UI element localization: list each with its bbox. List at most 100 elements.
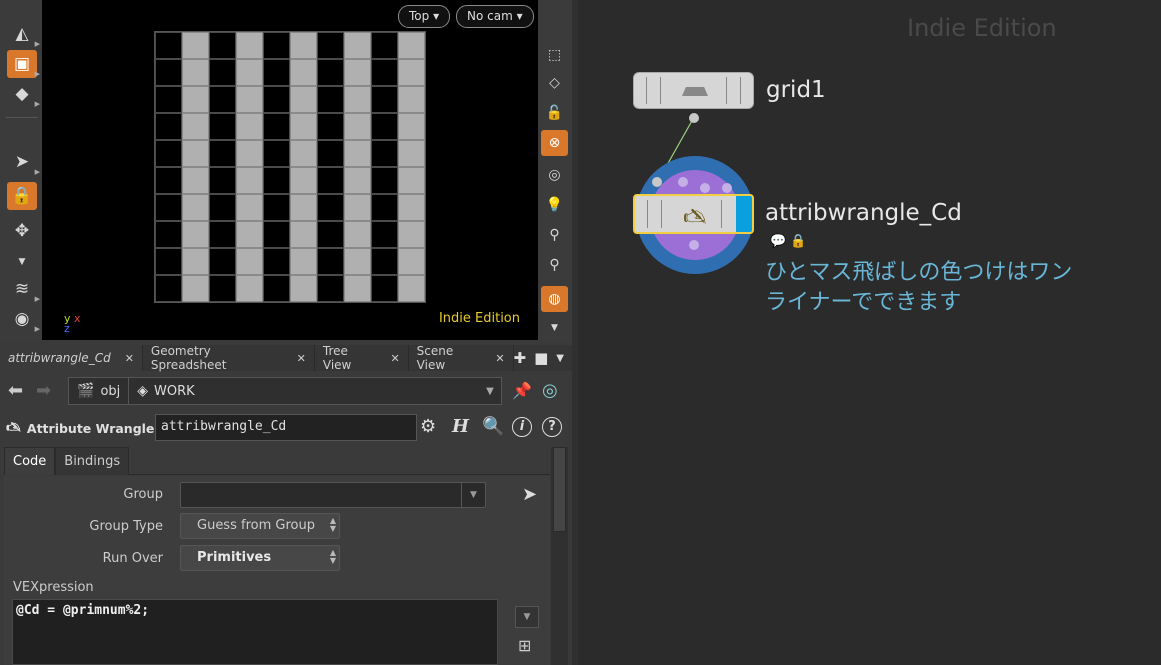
grid-cell: [344, 221, 371, 248]
help-icon[interactable]: ?: [542, 417, 562, 437]
node-type-label: Attribute Wrangle: [26, 421, 155, 436]
path-dropdown-icon[interactable]: ▼: [479, 386, 501, 397]
grid-cell: [263, 86, 290, 113]
lock-icon[interactable]: 🔒: [7, 182, 37, 210]
display-flag[interactable]: [736, 196, 752, 232]
spinner-icon: ▲ ▼: [329, 516, 336, 533]
group-type-select[interactable]: Guess from Group ▲ ▼: [180, 513, 340, 539]
close-icon[interactable]: ✕: [390, 352, 399, 365]
node-name-field[interactable]: attribwrangle_Cd: [155, 414, 417, 441]
node-input-port[interactable]: [678, 177, 688, 187]
light-bulb-icon[interactable]: 💡: [541, 192, 568, 218]
scrollbar-thumb[interactable]: [553, 447, 566, 532]
vexpression-editor[interactable]: @Cd = @primnum%2;: [12, 599, 498, 665]
node-input-port[interactable]: [700, 183, 710, 193]
select-arrow-icon[interactable]: ➤ ▶: [7, 148, 40, 176]
unlock-icon[interactable]: 🔓: [541, 100, 568, 126]
node-input-port[interactable]: [722, 183, 732, 193]
scene-viewport[interactable]: Top ▾ No cam ▾ y x z Indie Edition: [42, 0, 538, 340]
render-icon[interactable]: ◍: [541, 286, 568, 312]
node-label-attribwrangle[interactable]: attribwrangle_Cd: [765, 200, 962, 226]
display-options-icon[interactable]: ⬚: [541, 42, 568, 68]
grid-cell: [344, 248, 371, 275]
tab-scene-view[interactable]: Scene View ✕: [409, 344, 514, 372]
run-over-select[interactable]: Primitives ▲ ▼: [180, 545, 340, 571]
grid-cell: [263, 32, 290, 59]
node-attribwrangle-cd[interactable]: 🖎: [633, 194, 754, 234]
wireframe-icon[interactable]: ◎: [541, 162, 568, 188]
grid-cell: [263, 248, 290, 275]
path-crumb-work[interactable]: ◈ WORK: [129, 378, 202, 404]
path-crumb-obj[interactable]: 🎬 obj: [69, 378, 128, 404]
node-comment-line: ひとマス飛ばしの色つけはワン: [765, 260, 1073, 285]
grid-cell: [263, 59, 290, 86]
primitive-mode-icon[interactable]: ◆ ▶: [7, 80, 40, 108]
close-icon[interactable]: ✕: [297, 352, 306, 365]
grid-cell: [371, 113, 398, 140]
ghost-icon[interactable]: ⊗: [541, 130, 568, 156]
gear-icon[interactable]: ⚙: [420, 416, 436, 437]
node-input-port[interactable]: [652, 177, 662, 187]
parameter-tabs: Code Bindings: [4, 447, 550, 475]
tab-label: Tree View: [322, 344, 352, 372]
create-spare-parameters-icon[interactable]: ⊞: [518, 636, 531, 655]
group-input[interactable]: ▼: [180, 482, 486, 508]
houdini-help-icon[interactable]: H: [452, 416, 469, 437]
node-label-grid1[interactable]: grid1: [766, 77, 826, 103]
add-tab-icon[interactable]: ✚: [514, 349, 527, 367]
layers-icon[interactable]: ≋ ▶: [7, 275, 40, 303]
maximize-pane-icon[interactable]: ■: [534, 349, 548, 367]
parameter-scrollbar[interactable]: [551, 447, 568, 665]
grid-cell: [236, 248, 263, 275]
camera-icon[interactable]: ◉ ▶: [7, 305, 40, 333]
back-arrow-icon[interactable]: ⬅: [8, 380, 23, 401]
grid-cell: [209, 167, 236, 194]
grid-cell: [344, 59, 371, 86]
close-icon[interactable]: ✕: [495, 352, 504, 365]
grid-cell: [317, 140, 344, 167]
forward-arrow-icon[interactable]: ➡: [36, 380, 51, 401]
grid-geometry: [154, 31, 426, 303]
grid-cell: [209, 32, 236, 59]
tab-tree-view[interactable]: Tree View ✕: [315, 344, 409, 372]
grid-cell: [317, 167, 344, 194]
info-icon[interactable]: i: [512, 417, 532, 437]
grid-cell: [290, 275, 317, 302]
group-dropdown-icon[interactable]: ▼: [461, 483, 485, 507]
tab-bindings[interactable]: Bindings: [55, 447, 130, 475]
object-mode-icon[interactable]: ▣ ▶: [7, 50, 40, 78]
chevron-down-icon[interactable]: ▼: [541, 315, 568, 341]
tab-attribwrangle[interactable]: attribwrangle_Cd ✕: [0, 345, 143, 371]
axis-indicator: y x z: [64, 313, 81, 334]
select-group-arrow-icon[interactable]: ➤: [522, 484, 537, 505]
grid-cell: [263, 221, 290, 248]
node-output-port[interactable]: [689, 113, 699, 123]
node-grid1[interactable]: [633, 72, 754, 109]
snapping-icon[interactable]: ◇: [541, 70, 568, 96]
link-icon[interactable]: ◎: [542, 380, 558, 401]
handle-icon[interactable]: ✥: [7, 217, 37, 245]
add-light-icon[interactable]: ⚲: [541, 222, 568, 248]
grid-cell: [263, 167, 290, 194]
close-icon[interactable]: ✕: [125, 352, 134, 365]
pane-menu-icon[interactable]: ▼: [556, 353, 564, 364]
search-icon[interactable]: 🔍: [482, 416, 504, 437]
grid-cell: [371, 167, 398, 194]
node-output-port[interactable]: [689, 240, 699, 250]
view-menu-button[interactable]: Top ▾: [398, 5, 451, 28]
network-path: 🎬 obj ◈ WORK ▼: [68, 377, 502, 405]
network-editor[interactable]: Indie Edition grid1 🖎 attribwrangle_Cd 💬…: [578, 0, 1161, 665]
toolbar-divider: [6, 117, 38, 118]
geometry-icon: ◈: [137, 383, 149, 399]
geometry-mode-icon[interactable]: ◭ ▶: [7, 20, 40, 48]
tab-geometry-spreadsheet[interactable]: Geometry Spreadsheet ✕: [143, 344, 315, 372]
chevron-down-icon[interactable]: ▼: [7, 248, 37, 276]
camera-menu-label: No cam: [467, 9, 513, 23]
grid-cell: [182, 221, 209, 248]
headlight-icon[interactable]: ⚲: [541, 252, 568, 278]
vex-presets-dropdown-icon[interactable]: ▼: [515, 606, 539, 628]
camera-menu-button[interactable]: No cam ▾: [456, 5, 534, 28]
grid-cell: [344, 86, 371, 113]
pin-icon[interactable]: 📌: [512, 381, 532, 400]
tab-code[interactable]: Code: [4, 447, 56, 475]
